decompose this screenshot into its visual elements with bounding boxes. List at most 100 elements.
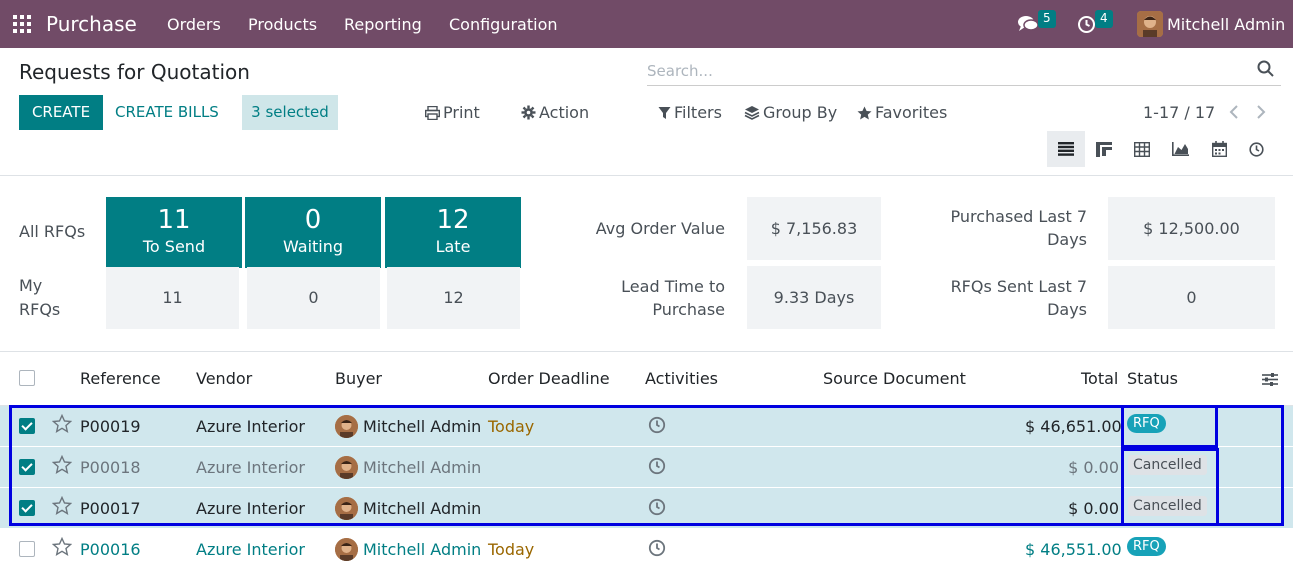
calendar-view-button[interactable]: [1200, 131, 1238, 167]
cell-vendor: Azure Interior: [196, 417, 306, 436]
cell-deadline: Today: [488, 417, 535, 436]
column-buyer[interactable]: Buyer: [335, 369, 382, 388]
activity-clock-icon[interactable]: [648, 457, 666, 475]
row-checkbox[interactable]: [19, 500, 35, 516]
kanban-view-button[interactable]: [1085, 131, 1123, 167]
star-outline-icon[interactable]: [52, 414, 72, 433]
cell-reference: P00017: [80, 499, 141, 518]
star-outline-icon[interactable]: [52, 537, 72, 556]
action-button[interactable]: Action: [521, 103, 589, 122]
control-panel-divider: [0, 175, 1293, 176]
cell-reference: P00018: [80, 458, 141, 477]
avg-order-value: $ 7,156.83: [747, 197, 881, 260]
menu-configuration[interactable]: Configuration: [449, 15, 558, 34]
create-button[interactable]: CREATE: [19, 95, 103, 130]
tile-waiting-value: 0: [304, 205, 322, 235]
my-late-tile[interactable]: 12: [387, 267, 520, 329]
table-row[interactable]: P00017 Azure Interior Mitchell Admin $ 0…: [0, 488, 1293, 529]
list-view-button[interactable]: [1047, 131, 1085, 167]
user-name[interactable]: Mitchell Admin: [1167, 15, 1285, 34]
cell-total: $ 0.00: [1068, 499, 1119, 518]
group-by-button[interactable]: Group By: [744, 103, 837, 122]
activity-view-button[interactable]: [1237, 131, 1275, 167]
menu-orders[interactable]: Orders: [167, 15, 221, 34]
optional-columns-icon[interactable]: [1262, 372, 1278, 387]
my-waiting-tile[interactable]: 0: [247, 267, 380, 329]
column-total[interactable]: Total: [1081, 369, 1118, 388]
row-checkbox[interactable]: [19, 541, 35, 557]
purchased-last-7-label: Purchased Last 7 Days: [950, 207, 1088, 249]
gear-icon: [521, 105, 536, 120]
activity-clock-icon[interactable]: [648, 498, 666, 516]
favorites-label: Favorites: [875, 103, 948, 122]
pager-next-icon[interactable]: [1256, 104, 1266, 123]
my-to-send-tile[interactable]: 11: [106, 267, 239, 329]
rfqs-sent-last-7-value: 0: [1108, 266, 1275, 329]
favorites-button[interactable]: Favorites: [857, 103, 947, 122]
column-vendor[interactable]: Vendor: [196, 369, 252, 388]
cell-vendor: Azure Interior: [196, 499, 306, 518]
tile-waiting[interactable]: 0 Waiting: [245, 197, 381, 268]
chat-icon[interactable]: [1017, 15, 1039, 33]
apps-grid-icon[interactable]: [13, 15, 31, 33]
search-bar: [647, 56, 1281, 86]
lead-time-label: Lead Time to Purchase: [621, 277, 725, 319]
activity-clock-icon[interactable]: [648, 416, 666, 434]
menu-products[interactable]: Products: [248, 15, 317, 34]
graph-view-button[interactable]: [1161, 131, 1199, 167]
calendar-icon: [1211, 141, 1227, 157]
tile-late[interactable]: 12 Late: [385, 197, 521, 268]
search-input[interactable]: [647, 58, 1227, 84]
cell-total: $ 0.00: [1068, 458, 1119, 477]
column-status[interactable]: Status: [1127, 369, 1178, 388]
print-button[interactable]: Print: [425, 103, 480, 122]
dashboard-divider: [0, 351, 1293, 352]
all-rfqs-label: All RFQs: [19, 222, 86, 241]
status-badge: RFQ: [1127, 537, 1166, 556]
activity-clock-icon[interactable]: [648, 539, 666, 557]
selected-count-badge[interactable]: 3 selected: [242, 95, 338, 130]
messages-count-badge: 5: [1038, 10, 1056, 28]
filters-button[interactable]: Filters: [658, 103, 722, 122]
area-chart-icon: [1171, 142, 1189, 156]
buyer-avatar: [335, 415, 358, 438]
activities-count-badge: 4: [1095, 10, 1113, 28]
select-all-checkbox[interactable]: [19, 370, 35, 386]
filter-icon: [658, 106, 671, 119]
pager-previous-icon[interactable]: [1229, 104, 1239, 123]
cell-buyer: Mitchell Admin: [363, 540, 482, 559]
row-checkbox[interactable]: [19, 459, 35, 475]
pivot-view-button[interactable]: [1123, 131, 1161, 167]
action-label: Action: [539, 103, 590, 122]
pager-value[interactable]: 1-17 / 17: [1143, 103, 1215, 122]
create-bills-button[interactable]: CREATE BILLS: [115, 95, 219, 130]
pivot-view-icon: [1134, 141, 1150, 157]
menu-reporting[interactable]: Reporting: [344, 15, 422, 34]
cell-total: $ 46,551.00: [1025, 540, 1122, 559]
print-icon: [425, 105, 440, 120]
table-row[interactable]: P00018 Azure Interior Mitchell Admin $ 0…: [0, 447, 1293, 488]
row-checkbox[interactable]: [19, 418, 35, 434]
column-reference[interactable]: Reference: [80, 369, 161, 388]
activity-clock-icon: [1248, 141, 1264, 157]
purchased-last-7-value: $ 12,500.00: [1108, 197, 1275, 260]
tile-late-label: Late: [435, 237, 471, 256]
user-avatar[interactable]: [1137, 11, 1163, 37]
app-brand[interactable]: Purchase: [46, 12, 137, 36]
column-source-document[interactable]: Source Document: [823, 369, 966, 388]
cell-buyer: Mitchell Admin: [363, 458, 482, 477]
clock-icon[interactable]: [1077, 15, 1096, 34]
cell-reference: P00016: [80, 540, 141, 559]
cell-vendor: Azure Interior: [196, 540, 306, 559]
table-row[interactable]: P00019 Azure Interior Mitchell Admin Tod…: [0, 406, 1293, 447]
lead-time-value: 9.33 Days: [747, 266, 881, 329]
star-outline-icon[interactable]: [52, 455, 72, 474]
table-row[interactable]: P00016 Azure Interior Mitchell Admin Tod…: [0, 529, 1293, 568]
column-activities[interactable]: Activities: [645, 369, 718, 388]
star-outline-icon[interactable]: [52, 496, 72, 515]
tile-to-send[interactable]: 11 To Send: [106, 197, 242, 268]
search-icon[interactable]: [1257, 60, 1275, 78]
column-order-deadline[interactable]: Order Deadline: [488, 369, 610, 388]
tile-late-value: 12: [436, 205, 470, 235]
cell-buyer: Mitchell Admin: [363, 499, 482, 518]
